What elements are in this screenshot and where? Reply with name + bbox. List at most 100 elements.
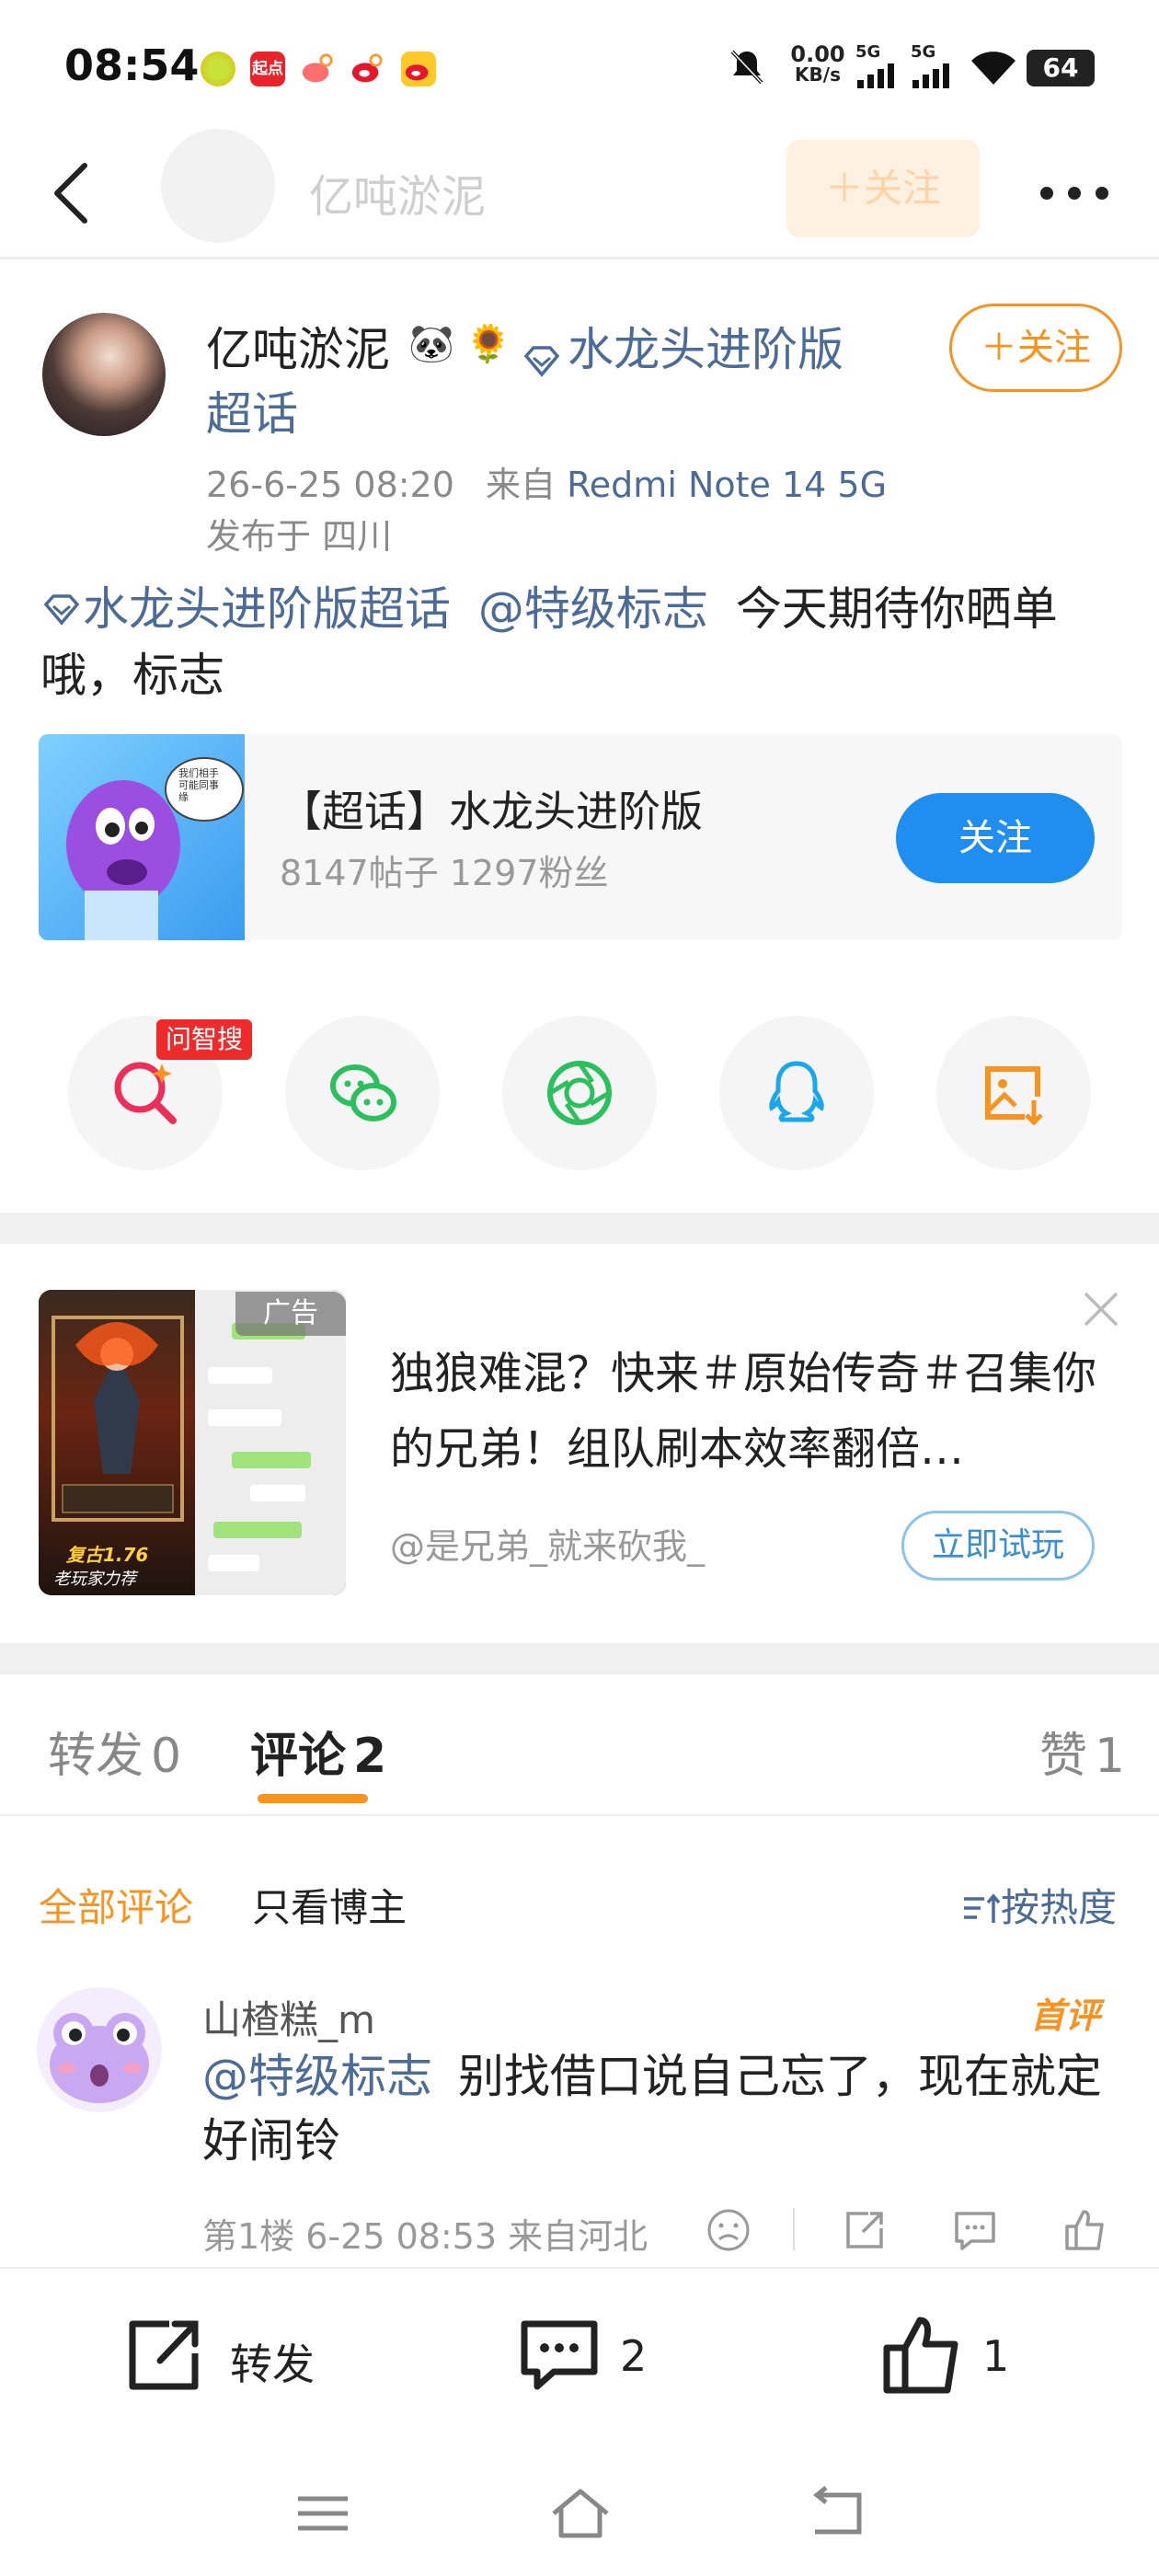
bottom-like-button[interactable]: 1 (878, 2269, 1061, 2451)
back-button[interactable] (37, 156, 110, 230)
tab-repost[interactable]: 转发 0 (48, 1717, 181, 1786)
filter-author-only[interactable]: 只看博主 (252, 1877, 407, 1933)
sort-button[interactable]: 按热度 (960, 1877, 1117, 1933)
author-avatar[interactable] (42, 313, 166, 436)
diamond-icon (523, 345, 560, 377)
supertopic-title: 【超话】水龙头进阶版 (280, 787, 703, 836)
section-divider (0, 1643, 1159, 1674)
tab-like-count: 1 (1095, 1729, 1126, 1784)
post-from-label: 来自 (486, 465, 557, 505)
qq-icon (769, 1061, 824, 1122)
bottom-repost-button[interactable]: 转发 (120, 2269, 359, 2451)
ai-search-badge: 问智搜 (156, 1019, 253, 1060)
supertopic-name: 水龙头进阶版 (568, 323, 844, 376)
tab-repost-label: 转发 (48, 1729, 144, 1784)
home-button[interactable] (548, 2486, 613, 2541)
signal-2-label: 5G (911, 42, 936, 62)
save-image-share-button[interactable] (936, 1016, 1091, 1170)
post-mention-link[interactable]: @特级标志 (478, 582, 708, 636)
ad-text[interactable]: 独狼难混？快来＃原始传奇＃召集你的兄弟！组队刷本效率翻倍… (390, 1336, 1107, 1487)
ad-account[interactable]: @是兄弟_就来砍我_ (390, 1518, 705, 1569)
wifi-icon (968, 48, 1019, 92)
supertopic-follow-button[interactable]: 关注 (896, 793, 1095, 883)
ad-image-caption-2: 老玩家力荐 (53, 1570, 136, 1589)
tab-repost-count: 0 (151, 1729, 182, 1784)
comment-share-button[interactable] (841, 2206, 889, 2254)
comment-like-button[interactable] (1061, 2206, 1109, 2254)
post-time: 26-6-25 08:20 (206, 465, 454, 505)
wechat-share-button[interactable] (285, 1016, 440, 1170)
status-time: 08:54 (64, 40, 200, 90)
nav-title: 亿吨淤泥 (309, 171, 487, 223)
sunflower-emoji-badge: 🌻 (465, 323, 511, 365)
comment-meta: 第1楼 6-25 08:53 来自河北 (202, 2216, 648, 2257)
app-notification-icon (201, 52, 235, 86)
post-meta: 26-6-25 08:20 来自 Redmi Note 14 5G (206, 456, 887, 507)
ad-image-caption-1: 复古1.76 (66, 1544, 149, 1566)
sort-icon (964, 1893, 1001, 1923)
comment-reply-button[interactable] (951, 2206, 999, 2254)
supertopic-stats: 8147帖子 1297粉丝 (280, 853, 609, 893)
wechat-icon (330, 1064, 396, 1121)
weibo-lite-icon (300, 52, 335, 86)
more-dots-icon (1040, 187, 1108, 200)
menu-icon (298, 2496, 348, 2531)
bottom-comment-button[interactable]: 2 (515, 2269, 699, 2451)
signal-icon-1: 5G (855, 42, 900, 93)
network-speed: 0.00 KB/s (786, 43, 850, 86)
tab-active-indicator (258, 1794, 368, 1803)
moments-icon (547, 1061, 612, 1125)
signal-icon-2: 5G (911, 42, 955, 93)
tab-like[interactable]: 赞1 (1039, 1717, 1125, 1786)
menu-button[interactable] (291, 2486, 355, 2541)
share-icon (846, 2212, 883, 2248)
thumbs-up-icon (1065, 2210, 1104, 2250)
bottom-like-count: 1 (982, 2331, 1010, 2381)
system-back-button[interactable] (806, 2486, 870, 2541)
supertopic-card[interactable]: 我们相手 可能同事 缘 【超话】水龙头进阶版 8147帖子 1297粉丝 关注 (39, 734, 1122, 940)
repost-icon (129, 2320, 199, 2390)
qq-share-button[interactable] (719, 1016, 874, 1170)
like-icon (883, 2317, 958, 2394)
comment-dislike-button[interactable] (705, 2206, 752, 2254)
bottom-action-bar: 转发 2 1 (0, 2267, 1159, 2449)
bottom-repost-label: 转发 (230, 2340, 315, 2389)
reply-icon (955, 2212, 995, 2250)
nav-avatar[interactable] (161, 129, 275, 243)
post-topic-link[interactable]: 水龙头进阶版超话 (83, 582, 451, 636)
commenter-avatar[interactable] (37, 1987, 162, 2112)
signal-1-label: 5G (855, 42, 881, 62)
supertopic-link[interactable]: 水龙头进阶版 (521, 313, 843, 380)
comment-text: @特级标志 别找借口说自己忘了，现在就定好闹铃 (202, 2044, 1122, 2173)
weibo-intl-icon (401, 52, 436, 86)
post-device[interactable]: Redmi Note 14 5G (567, 465, 887, 505)
network-speed-unit: KB/s (795, 63, 841, 86)
more-options-button[interactable] (1028, 175, 1120, 212)
top-nav-bar: 亿吨淤泥 ＋关注 (0, 129, 1159, 259)
save-image-icon (985, 1066, 1043, 1126)
commenter-name[interactable]: 山楂糕_m (202, 1989, 375, 2045)
tab-comment[interactable]: 评论 2 (250, 1717, 386, 1786)
system-nav-bar (0, 2449, 1159, 2576)
post-body: 水龙头进阶版超话 @特级标志 今天期待你晒单哦，标志 (40, 576, 1126, 708)
supertopic-suffix[interactable]: 超话 (206, 377, 298, 443)
mute-bell-icon (727, 46, 767, 90)
filter-all-comments[interactable]: 全部评论 (39, 1877, 193, 1933)
back-arrow-icon (54, 163, 87, 224)
moments-share-button[interactable] (502, 1016, 657, 1170)
ad-cta-button[interactable]: 立即试玩 (901, 1511, 1095, 1581)
close-icon (1084, 1292, 1119, 1327)
author-name[interactable]: 亿吨淤泥 (206, 313, 390, 379)
weibo-icon (350, 52, 384, 86)
frown-icon (707, 2209, 750, 2251)
qidian-app-icon: 起点 (250, 52, 285, 86)
ad-close-button[interactable] (1078, 1286, 1124, 1332)
comment-icon (521, 2320, 598, 2390)
comment-action-separator (793, 2208, 795, 2250)
sort-label: 按热度 (1001, 1885, 1118, 1930)
follow-button[interactable]: ＋关注 (949, 304, 1122, 392)
tab-comment-label: 评论 (250, 1729, 347, 1784)
comment-mention-link[interactable]: @特级标志 (202, 2050, 432, 2103)
tab-like-label: 赞 (1039, 1729, 1088, 1784)
nav-follow-button[interactable]: ＋关注 (786, 140, 980, 237)
